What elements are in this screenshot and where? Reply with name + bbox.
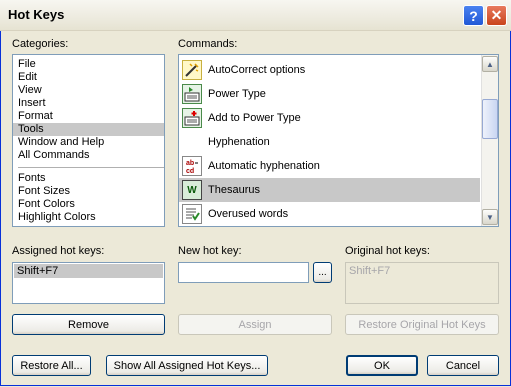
category-separator [18, 167, 164, 168]
command-label: Power Type [208, 88, 266, 100]
close-button[interactable]: ✕ [486, 5, 507, 26]
category-item[interactable]: Edit [13, 71, 164, 84]
commands-label: Commands: [178, 38, 238, 50]
original-hotkeys-label: Original hot keys: [345, 245, 430, 257]
dialog-title: Hot Keys [8, 7, 65, 22]
power-type-icon [182, 84, 202, 104]
help-button[interactable]: ? [463, 5, 484, 26]
category-item[interactable]: Highlight Colors [13, 211, 164, 224]
category-item[interactable]: Window and Help [13, 136, 164, 149]
assigned-hotkeys-list[interactable]: Shift+F7 [12, 262, 165, 304]
category-item[interactable]: Font Sizes [13, 185, 164, 198]
new-hotkey-label: New hot key: [178, 245, 242, 257]
add-power-type-icon [182, 108, 202, 128]
command-label: Add to Power Type [208, 112, 301, 124]
category-item[interactable]: File [13, 58, 164, 71]
command-label: Thesaurus [208, 184, 260, 196]
category-item[interactable]: Font Colors [13, 198, 164, 211]
thesaurus-icon: W [182, 180, 202, 200]
restore-original-button[interactable]: Restore Original Hot Keys [345, 314, 499, 335]
restore-all-button[interactable]: Restore All... [12, 355, 91, 376]
command-item[interactable]: Power Type [179, 82, 480, 106]
category-item[interactable]: Insert [13, 97, 164, 110]
assigned-hotkeys-label: Assigned hot keys: [12, 245, 105, 257]
category-item-selected[interactable]: Tools [13, 123, 164, 136]
command-item-selected[interactable]: W Thesaurus [179, 178, 480, 202]
new-hotkey-input[interactable] [178, 262, 309, 283]
autocorrect-icon [182, 60, 202, 80]
cancel-button[interactable]: Cancel [427, 355, 499, 376]
scroll-up-button[interactable]: ▲ [482, 56, 498, 72]
browse-button[interactable]: ... [313, 262, 332, 283]
command-item[interactable]: ab cd Automatic hyphenation [179, 154, 480, 178]
help-icon: ? [469, 7, 478, 24]
assign-button[interactable]: Assign [178, 314, 332, 335]
title-bar: Hot Keys ? ✕ [0, 0, 511, 31]
remove-button[interactable]: Remove [12, 314, 165, 335]
scroll-down-button[interactable]: ▼ [482, 209, 498, 225]
svg-text:cd: cd [186, 168, 194, 174]
command-item[interactable]: Overused words [179, 202, 480, 226]
assigned-hotkey-item[interactable]: Shift+F7 [14, 264, 163, 278]
categories-label: Categories: [12, 38, 69, 50]
commands-scrollbar[interactable]: ▲ ▼ [481, 55, 498, 226]
chevron-up-icon: ▲ [486, 59, 494, 69]
command-label: Automatic hyphenation [208, 160, 320, 172]
category-item[interactable]: Fonts [13, 172, 164, 185]
command-label: Hyphenation [208, 136, 270, 148]
categories-list[interactable]: File Edit View Insert Format Tools Windo… [12, 54, 165, 227]
hyphenation-icon: ab cd [182, 156, 202, 176]
show-all-hotkeys-button[interactable]: Show All Assigned Hot Keys... [106, 355, 268, 376]
command-item[interactable]: Add to Power Type [179, 106, 480, 130]
chevron-down-icon: ▼ [486, 212, 494, 222]
command-item[interactable]: Hyphenation [179, 130, 480, 154]
command-item[interactable]: AutoCorrect options [179, 58, 480, 82]
original-hotkeys-field: Shift+F7 [345, 262, 499, 304]
command-label: AutoCorrect options [208, 64, 306, 76]
category-item[interactable]: Format [13, 110, 164, 123]
commands-list[interactable]: AutoCorrect options Power Type Add to Po… [178, 54, 499, 227]
command-label: Overused words [208, 208, 289, 220]
close-icon: ✕ [490, 7, 503, 23]
overused-words-icon [182, 204, 202, 224]
svg-text:ab: ab [186, 160, 194, 167]
scroll-thumb[interactable] [482, 99, 498, 139]
category-item[interactable]: View [13, 84, 164, 97]
hyphenation-blank-icon [182, 132, 202, 152]
category-item[interactable]: All Commands [13, 149, 164, 162]
ok-button[interactable]: OK [346, 355, 418, 376]
